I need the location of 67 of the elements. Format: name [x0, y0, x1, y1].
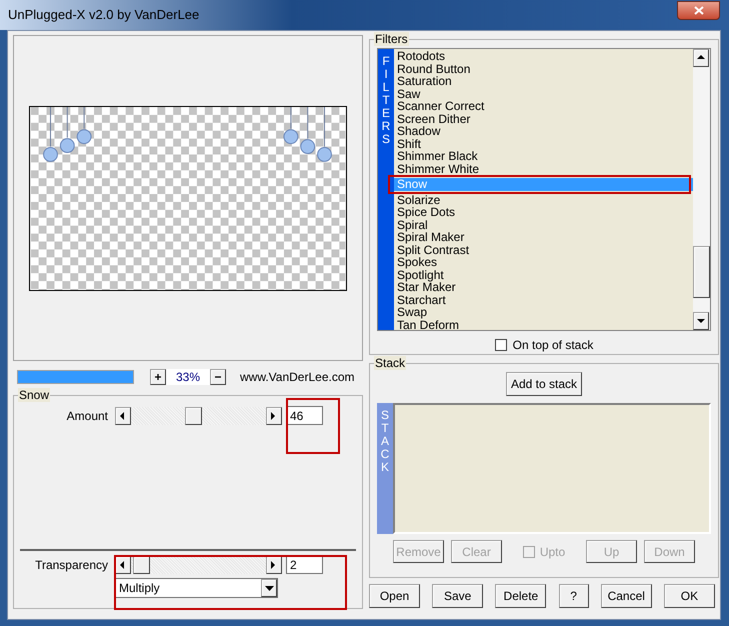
checkbox-label: On top of stack	[512, 337, 594, 354]
filter-item[interactable]: Rotodots	[394, 50, 693, 62]
filter-item[interactable]: Spice Dots	[394, 206, 693, 218]
zoom-out-button[interactable]: −	[210, 369, 226, 385]
dialog-button[interactable]: OK	[664, 584, 715, 608]
window-title: UnPlugged-X v2.0 by VanDerLee	[8, 6, 200, 24]
scrollbar-thumb[interactable]	[693, 246, 710, 298]
filter-item[interactable]: Shadow	[394, 125, 693, 138]
checkbox[interactable]	[494, 339, 507, 351]
filter-item[interactable]: Split Contrast	[394, 244, 693, 256]
arrow-button[interactable]	[115, 406, 131, 424]
filter-item[interactable]: Spiral Maker	[394, 231, 693, 244]
down-arrow-icon	[696, 316, 706, 326]
dialog-button[interactable]: Save	[432, 584, 484, 608]
strip-letter: C	[380, 448, 390, 461]
strip-letter: A	[380, 435, 389, 448]
checkbox-label: Upto	[540, 544, 566, 560]
website-text: www.VanDerLee.com	[240, 369, 354, 386]
slider-label: Transparency	[34, 556, 109, 574]
slider-thumb[interactable]	[185, 406, 202, 424]
group-title: Snow	[18, 388, 50, 402]
add-to-stack-button[interactable]: Add to stack	[506, 372, 582, 396]
strip-letter: T	[382, 94, 390, 107]
filter-item[interactable]: Saw	[394, 88, 693, 100]
filter-item[interactable]: Starchart	[394, 294, 693, 306]
filter-item[interactable]: Swap	[394, 306, 693, 318]
filter-item[interactable]: Spiral	[394, 218, 693, 231]
zoom-in-button[interactable]: +	[150, 369, 166, 385]
filter-item[interactable]: Scanner Correct	[394, 100, 693, 112]
filter-item[interactable]: Spotlight	[394, 268, 693, 281]
strip-letter: T	[381, 422, 389, 435]
close-button[interactable]	[677, 0, 720, 20]
arrow-button[interactable]	[693, 312, 709, 330]
strip-letter: K	[380, 461, 389, 474]
filter-item[interactable]: Round Button	[394, 62, 693, 75]
strip-letter: S	[380, 409, 389, 422]
strip-letter: E	[382, 107, 390, 120]
arrow-button[interactable]	[693, 49, 709, 67]
group-title: Filters	[374, 32, 409, 46]
dialog-button[interactable]: Cancel	[600, 584, 652, 608]
strip-letter: R	[382, 120, 390, 133]
dropdown-value: Multiply	[119, 580, 160, 597]
blend-mode-dropdown[interactable]: Multiply	[115, 578, 278, 598]
arrow-button[interactable]	[266, 406, 282, 424]
dialog-button[interactable]: Open	[369, 584, 420, 608]
strip-letter: S	[382, 133, 390, 146]
slider-label: Amount	[66, 408, 109, 424]
strip-letter: F	[382, 55, 390, 68]
filter-item[interactable]: Saturation	[394, 75, 693, 88]
value-field[interactable]: 46	[286, 406, 323, 425]
filter-item[interactable]: Spokes	[394, 256, 693, 268]
filter-item[interactable]: Solarize	[394, 194, 693, 206]
filter-item[interactable]: Shimmer White	[394, 162, 693, 175]
close-icon	[694, 6, 704, 14]
filter-item[interactable]: Shift	[394, 138, 693, 150]
dialog-button[interactable]: Delete	[495, 584, 546, 608]
caret-icon	[264, 586, 274, 590]
filter-item[interactable]: Tan Deform	[394, 318, 693, 331]
filter-item[interactable]: Shimmer Black	[394, 150, 693, 162]
filter-item[interactable]: Star Maker	[394, 281, 693, 294]
highlight-frame	[286, 398, 340, 454]
group-title: Stack	[374, 356, 406, 370]
strip-letter: I	[384, 68, 388, 81]
zoom-value: 33%	[166, 369, 210, 385]
filter-item[interactable]: Screen Dither	[394, 112, 693, 125]
strip-letter: L	[382, 81, 390, 94]
dialog-button[interactable]: ?	[558, 584, 589, 608]
